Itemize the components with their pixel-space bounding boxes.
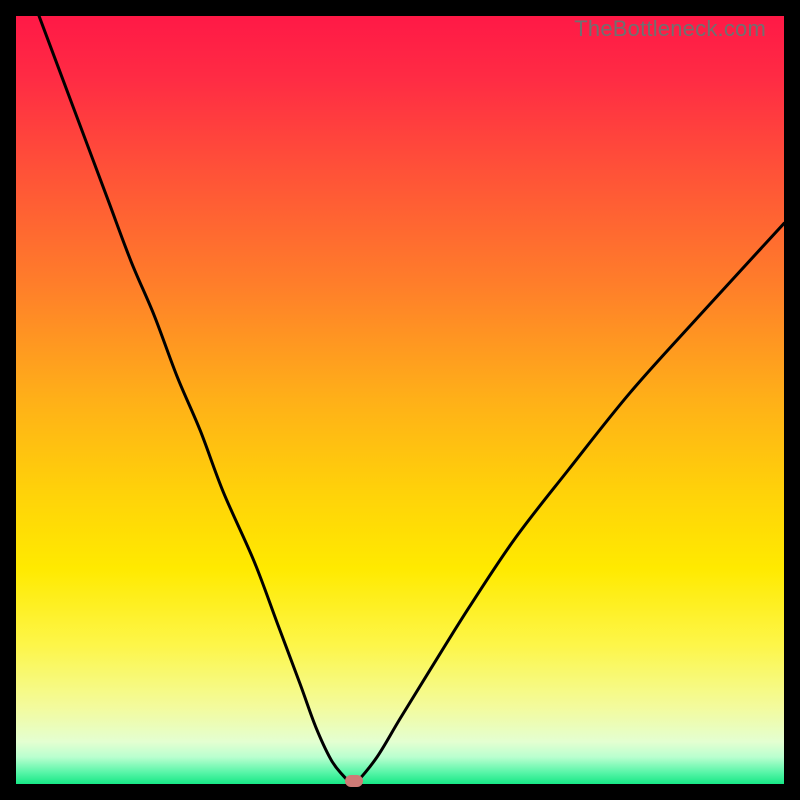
optimal-point-marker (345, 775, 363, 787)
chart-frame: TheBottleneck.com (16, 16, 784, 784)
watermark-text: TheBottleneck.com (574, 16, 766, 42)
gradient-background (16, 16, 784, 784)
bottleneck-chart (16, 16, 784, 784)
